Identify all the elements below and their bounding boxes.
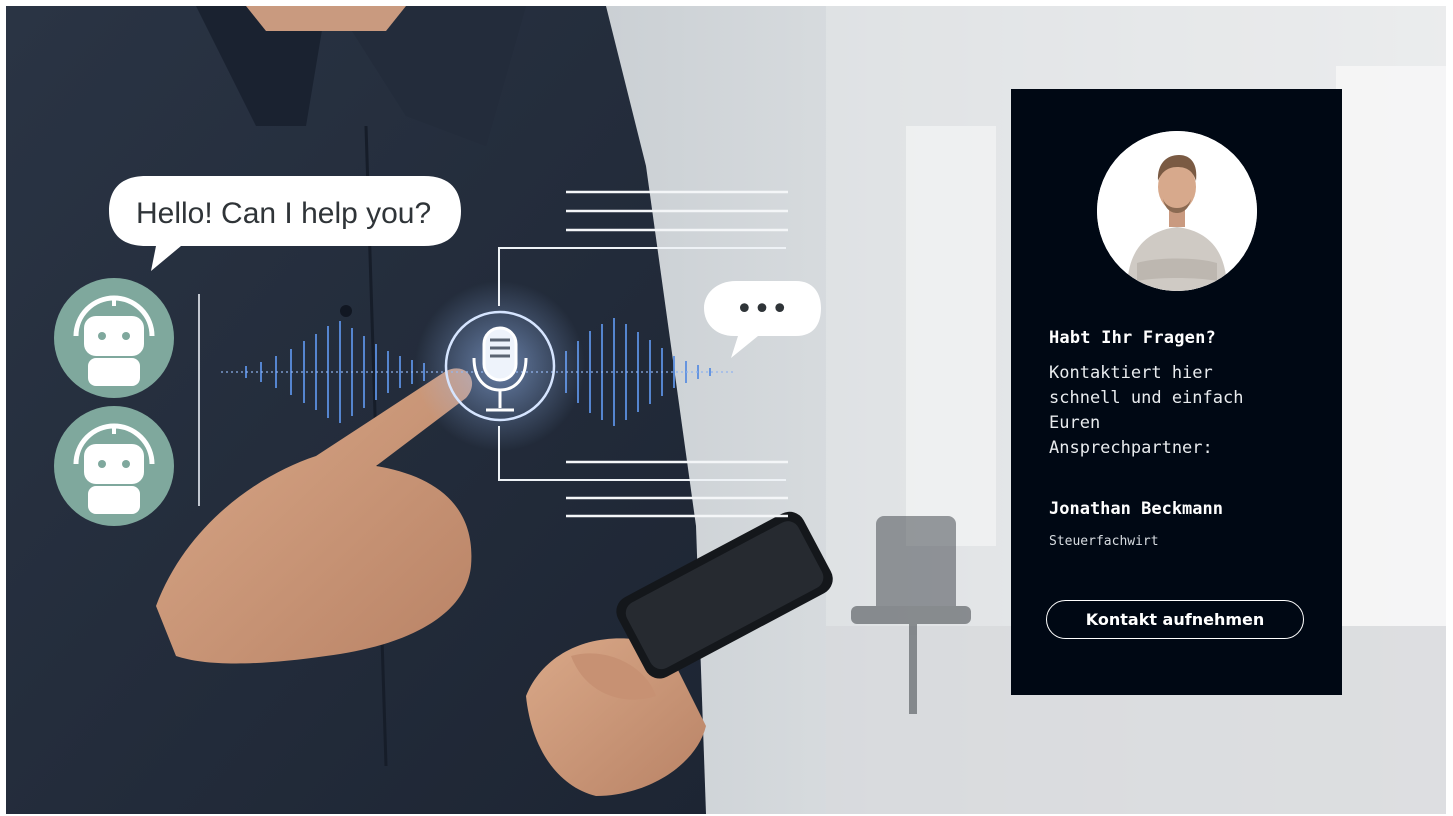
contact-role: Steuerfachwirt xyxy=(1049,534,1159,549)
avatar xyxy=(1097,131,1257,291)
typing-indicator: ••• xyxy=(735,292,788,327)
card-title: Habt Ihr Fragen? xyxy=(1049,328,1216,348)
card-description: Kontaktiert hier schnell und einfach Eur… xyxy=(1049,363,1244,458)
contact-button[interactable]: Kontakt aufnehmen xyxy=(1046,600,1304,639)
contact-name: Jonathan Beckmann xyxy=(1049,499,1223,519)
robot-icon xyxy=(54,406,174,526)
person-portrait-icon xyxy=(1097,131,1257,291)
contact-card: Habt Ihr Fragen? Kontaktiert hier schnel… xyxy=(1011,89,1342,695)
robot-icon xyxy=(54,278,174,398)
chat-bubble-text: Hello! Can I help you? xyxy=(136,197,431,230)
